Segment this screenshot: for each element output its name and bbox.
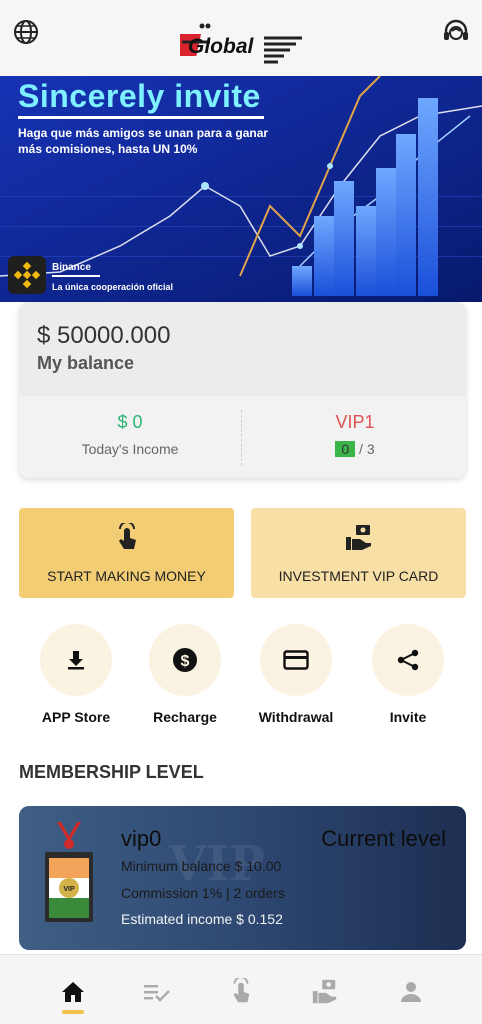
invest-icon[interactable] xyxy=(310,977,340,1007)
banner-title-underline xyxy=(18,116,264,119)
vip-progress-current: 0 xyxy=(335,441,356,457)
app-logo: Global xyxy=(174,20,305,70)
start-making-money-button[interactable]: START MAKING MONEY xyxy=(19,508,234,598)
estimated-income: Estimated income $ 0.152 xyxy=(121,911,283,927)
recharge-button[interactable]: $ Recharge xyxy=(135,624,235,725)
bottom-navigation xyxy=(0,954,482,1024)
investment-vip-card-label: INVESTMENT VIP CARD xyxy=(278,567,439,584)
binance-logo-icon xyxy=(8,256,46,294)
svg-text:$: $ xyxy=(181,653,190,670)
invite-button[interactable]: Invite xyxy=(358,624,458,725)
app-store-button[interactable]: APP Store xyxy=(26,624,126,725)
app-header: Global xyxy=(0,0,482,76)
globe-icon[interactable] xyxy=(12,18,40,46)
recharge-label: Recharge xyxy=(153,709,217,725)
recharge-circle: $ xyxy=(149,624,221,696)
vip-badge-text: VIP xyxy=(63,886,75,893)
user-icon[interactable] xyxy=(396,977,426,1007)
vip-level-card[interactable]: VIP VIP vip0 Current level Minimum balan… xyxy=(19,806,466,950)
invite-circle xyxy=(372,624,444,696)
today-income: $ 0 Today's Income xyxy=(19,412,241,457)
headset-icon[interactable] xyxy=(442,18,470,46)
banner-brand: Binance xyxy=(52,262,91,273)
banner-title: Sincerely invite xyxy=(18,78,261,114)
start-making-money-label: START MAKING MONEY xyxy=(47,567,206,584)
withdrawal-circle xyxy=(260,624,332,696)
vip-level-name: vip0 xyxy=(121,826,162,851)
invite-label: Invite xyxy=(389,709,427,725)
app-store-label: APP Store xyxy=(41,709,111,725)
share-icon xyxy=(397,649,419,671)
minimum-balance: Minimum balance $ 10.00 xyxy=(121,858,282,874)
today-income-label: Today's Income xyxy=(81,441,179,457)
balance-label: My balance xyxy=(37,353,135,373)
tap-icon[interactable] xyxy=(226,977,256,1007)
active-tab-indicator xyxy=(62,1010,84,1014)
current-level-label: Current level xyxy=(321,826,446,851)
balance-card: $ 50000.000 My balance $ 0 Today's Incom… xyxy=(19,302,466,478)
money-hand-icon xyxy=(344,523,374,558)
logo-wordmark: Global xyxy=(188,35,255,58)
app-store-circle xyxy=(40,624,112,696)
home-icon[interactable] xyxy=(58,977,88,1007)
card-divider xyxy=(241,410,242,466)
vip-progress-total: / 3 xyxy=(359,441,375,457)
membership-section-title: MEMBERSHIP LEVEL xyxy=(19,762,204,782)
dollar-coin-icon: $ xyxy=(173,648,197,672)
banner-brand-divider xyxy=(52,275,100,277)
balance-amount: $ 50000.000 xyxy=(37,322,171,349)
vip-status: VIP1 0 / 3 xyxy=(244,412,466,457)
investment-vip-card-button[interactable]: INVESTMENT VIP CARD xyxy=(251,508,466,598)
tasks-icon[interactable] xyxy=(142,977,172,1007)
withdrawal-label: Withdrawal xyxy=(258,709,334,725)
banner-tagline: La única cooperación oficial xyxy=(52,282,174,292)
promo-banner[interactable]: Sincerely invite Haga que más amigos se … xyxy=(0,76,482,302)
commission-info: Commission 1% | 2 orders xyxy=(121,885,285,901)
credit-card-icon xyxy=(283,650,309,670)
vip-badge-icon: VIP xyxy=(41,822,97,926)
vip-progress: 0 / 3 xyxy=(244,441,466,457)
tap-hand-icon xyxy=(113,520,141,558)
banner-subtitle: Haga que más amigos se unan para a ganar… xyxy=(18,126,269,156)
download-icon xyxy=(68,651,84,670)
withdrawal-button[interactable]: Withdrawal xyxy=(246,624,346,725)
vip-level: VIP1 xyxy=(335,412,375,432)
today-income-value: $ 0 xyxy=(117,412,143,432)
